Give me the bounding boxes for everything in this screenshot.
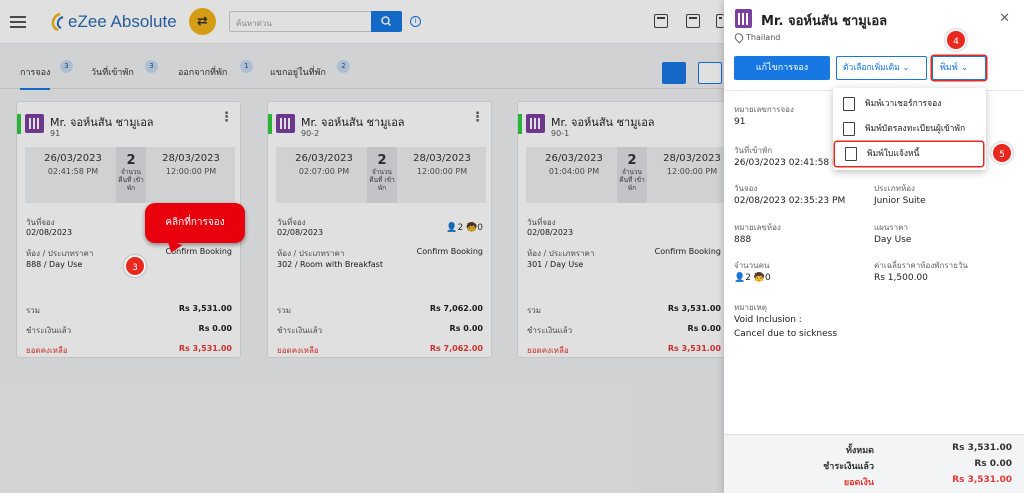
step-marker-4: 4 [945,29,967,51]
location-icon [732,31,746,44]
booking-detail-panel: Mr. จอห์นสัน ชามูเอล Thailand ✕ แก้ไขการ… [724,0,1024,493]
print-registration-card-item[interactable]: พิมพ์บัตรลงทะเบียนผู้เข้าพัก [833,117,986,141]
invoice-icon [845,147,857,161]
printer-icon [843,122,855,136]
panel-footer-totals: ทั้งหมด Rs 3,531.00 ชำระเงินแล้ว Rs 0.00… [724,434,1024,493]
print-menu: พิมพ์เวาเชอร์การจอง พิมพ์บัตรลงทะเบียนผู… [833,88,986,170]
print-invoice-item[interactable]: พิมพ์ใบแจ้งหนี้ [835,142,983,166]
guest-country: Thailand [746,33,781,42]
annotation-callout: คลิกที่การจอง [145,203,245,243]
chevron-down-icon: ⌄ [902,63,910,73]
close-icon[interactable]: ✕ [999,11,1010,26]
edit-booking-button[interactable]: แก้ไขการจอง [734,56,830,80]
print-button[interactable]: พิมพ์ ⌄ [932,56,986,80]
hotel-icon [735,9,752,28]
modal-overlay[interactable] [0,0,724,493]
document-icon [843,97,855,111]
step-marker-3: 3 [124,255,146,277]
print-voucher-item[interactable]: พิมพ์เวาเชอร์การจอง [833,92,986,116]
step-marker-5: 5 [991,142,1013,164]
chevron-down-icon: ⌄ [960,63,969,73]
guest-name: Mr. จอห์นสัน ชามูเอล [761,14,888,29]
guest-count: 👤2 🧒0 [734,273,771,283]
more-options-button[interactable]: ตัวเลือกเพิ่มเติม ⌄ [836,56,927,80]
